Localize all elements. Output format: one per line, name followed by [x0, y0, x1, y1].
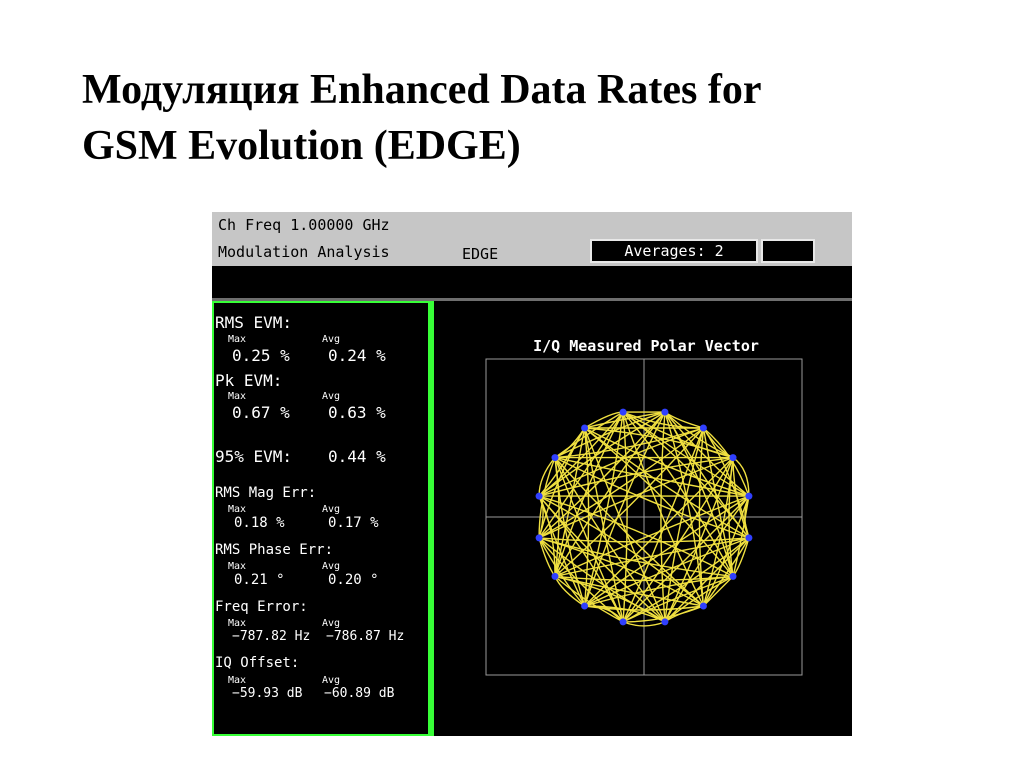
symbol-point — [661, 618, 669, 626]
averages-indicator: Averages: 2 — [590, 239, 758, 263]
pk-evm-avg-value: 0.63 % — [328, 403, 386, 422]
evm95-label: 95% EVM: — [215, 447, 293, 466]
rms-evm-avg-label: Avg — [322, 334, 341, 345]
iq-offset-max-label: Max — [228, 675, 247, 686]
channel-frequency: Ch Freq 1.00000 GHz — [218, 216, 390, 234]
rms-evm-label: RMS EVM: — [215, 313, 293, 332]
symbol-point — [551, 454, 559, 462]
slide-title-line-1: Модуляция Enhanced Data Rates for — [82, 67, 762, 113]
symbol-point — [699, 424, 707, 432]
rms-phase-err-avg-label: Avg — [322, 561, 341, 572]
metrics-panel: RMS EVM: Max Avg 0.25 % 0.24 % Pk EVM: M… — [212, 301, 434, 736]
rms-evm-max-value: 0.25 % — [232, 346, 290, 365]
rms-evm-avg-value: 0.24 % — [328, 346, 386, 365]
freq-error-max-label: Max — [228, 618, 247, 629]
trace-segment — [584, 427, 734, 459]
freq-error-avg-label: Avg — [322, 618, 341, 629]
freq-error-label: Freq Error: — [215, 599, 308, 615]
status-box — [761, 239, 815, 263]
symbol-point — [619, 618, 627, 626]
rms-mag-err-avg-value: 0.17 % — [328, 515, 379, 531]
symbol-point — [745, 492, 753, 500]
evm95-value: 0.44 % — [328, 447, 386, 466]
iq-offset-max-value: −59.93 dB — [232, 686, 303, 701]
rms-evm-max-label: Max — [228, 334, 247, 345]
symbol-point — [551, 572, 559, 580]
symbol-point — [581, 424, 589, 432]
pk-evm-max-label: Max — [228, 391, 247, 402]
polar-vector-plot — [485, 358, 803, 676]
rms-mag-err-avg-label: Avg — [322, 504, 341, 515]
header-divider — [212, 266, 852, 298]
freq-error-avg-value: −786.87 Hz — [326, 629, 405, 644]
rms-phase-err-label: RMS Phase Err: — [215, 542, 334, 558]
symbol-point — [745, 534, 753, 542]
pk-evm-avg-label: Avg — [322, 391, 341, 402]
symbol-point — [729, 454, 737, 462]
rms-mag-err-max-value: 0.18 % — [234, 515, 285, 531]
symbol-point — [535, 492, 543, 500]
pk-evm-label: Pk EVM: — [215, 371, 283, 390]
symbol-point — [729, 572, 737, 580]
rms-phase-err-max-value: 0.21 ° — [234, 572, 285, 588]
pk-evm-max-value: 0.67 % — [232, 403, 290, 422]
iq-offset-label: IQ Offset: — [215, 655, 300, 671]
iq-offset-avg-value: −60.89 dB — [324, 686, 395, 701]
freq-error-max-value: −787.82 Hz — [232, 629, 311, 644]
iq-offset-avg-label: Avg — [322, 675, 341, 686]
symbol-point — [661, 408, 669, 416]
symbol-point — [699, 602, 707, 610]
symbol-point — [619, 408, 627, 416]
rms-mag-err-max-label: Max — [228, 504, 247, 515]
radio-standard: EDGE — [462, 245, 499, 263]
slide-title: Модуляция Enhanced Data Rates for GSM Ev… — [82, 62, 962, 174]
analyzer-screenshot: Ch Freq 1.00000 GHz Modulation Analysis … — [212, 212, 852, 736]
symbol-point — [581, 602, 589, 610]
rms-mag-err-label: RMS Mag Err: — [215, 485, 317, 501]
slide-title-line-2: GSM Evolution (EDGE) — [82, 123, 521, 169]
iq-plot-area: I/Q Measured Polar Vector — [440, 301, 852, 736]
rms-phase-err-max-label: Max — [228, 561, 247, 572]
measurement-mode: Modulation Analysis — [218, 243, 390, 261]
analyzer-header: Ch Freq 1.00000 GHz Modulation Analysis … — [212, 212, 852, 266]
rms-phase-err-avg-value: 0.20 ° — [328, 572, 379, 588]
symbol-point — [535, 534, 543, 542]
